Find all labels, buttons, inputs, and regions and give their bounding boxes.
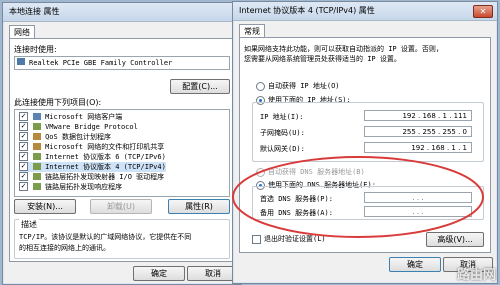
watermark: 路由网	[456, 268, 496, 283]
alternate-dns-placeholder: . . .	[412, 208, 424, 216]
items-list: ✓ Microsoft 网络客户端 ✓ VMware Bridge Protoc…	[14, 109, 230, 197]
network-tab-panel: 连接时使用: Realtek PCIe GBE Family Controlle…	[9, 38, 235, 262]
ipv4-properties-window: Internet 协议版本 4 (TCP/IPv4) 属性 ✕ 常规 如果网络支…	[232, 1, 498, 284]
intro-text-line-2: 您需要从网络系统管理员处获得适当的 IP 设置。	[244, 55, 401, 63]
right-ok-button[interactable]: 确定	[389, 257, 441, 272]
uninstall-button-label: 卸载(U)	[106, 202, 136, 211]
subnet-mask-label: 子网掩码(U):	[260, 129, 305, 137]
protocol-icon	[32, 173, 41, 180]
item-checkbox[interactable]: ✓	[19, 142, 28, 151]
list-item[interactable]: ✓ Microsoft 网络客户端	[19, 112, 122, 122]
list-item[interactable]: ✓ Microsoft 网络的文件和打印机共享	[19, 142, 164, 152]
alternate-dns-field[interactable]: . . .	[364, 206, 472, 217]
left-window-titlebar[interactable]: 本地连接 属性	[3, 3, 241, 22]
intro-text-line-1: 如果网络支持此功能，则可以获取自动指派的 IP 设置。否则，	[244, 45, 443, 53]
validate-settings-checkbox[interactable]	[252, 235, 261, 244]
item-label: QoS 数据包计划程序	[45, 133, 111, 141]
list-item[interactable]: ✓ QoS 数据包计划程序	[19, 132, 111, 142]
right-window-title: Internet 协议版本 4 (TCP/IPv4) 属性	[239, 6, 375, 15]
list-item[interactable]: ✓ VMware Bridge Protocol	[19, 122, 138, 132]
item-label: 链路层拓扑发现响应程序	[45, 183, 123, 191]
item-checkbox[interactable]: ✓	[19, 152, 28, 161]
list-item[interactable]: ✓ 链路层拓扑发现映射器 I/O 驱动程序	[19, 172, 164, 182]
client-icon	[32, 113, 41, 120]
item-label: Internet 协议版本 6 (TCP/IPv6)	[45, 153, 166, 161]
tab-network[interactable]: 网络	[9, 25, 35, 39]
default-gateway-label: 默认网关(D):	[260, 145, 305, 153]
advanced-button[interactable]: 高级(V)...	[426, 232, 484, 247]
item-checkbox[interactable]: ✓	[19, 132, 28, 141]
install-button[interactable]: 安装(N)...	[14, 199, 76, 214]
configure-button-label: 配置(C)...	[182, 82, 218, 91]
service-icon	[32, 133, 41, 140]
subnet-mask-field[interactable]: 255 . 255 . 255 . 0	[364, 126, 472, 137]
advanced-button-label: 高级(V)...	[437, 235, 473, 244]
protocol-icon	[32, 123, 41, 130]
auto-dns-radio[interactable]	[256, 168, 265, 177]
configure-button[interactable]: 配置(C)...	[170, 79, 230, 94]
tab-general-label: 常规	[244, 27, 260, 36]
description-text-line-2: 的相互连接的网络上的通讯。	[19, 244, 110, 252]
validate-settings-label: 退出时验证设置(L)	[264, 235, 326, 243]
item-label: Microsoft 网络的文件和打印机共享	[45, 143, 165, 151]
close-button[interactable]: ✕	[473, 5, 493, 18]
adapter-name: Realtek PCIe GBE Family Controller	[29, 59, 173, 67]
protocol-icon	[32, 153, 41, 160]
right-ok-label: 确定	[407, 260, 423, 269]
auto-dns-label: 自动获得 DNS 服务器地址(B)	[268, 168, 365, 176]
ip-address-label: IP 地址(I):	[260, 113, 304, 121]
description-label: 描述	[19, 219, 39, 230]
list-item[interactable]: ✓ Internet 协议版本 4 (TCP/IPv4)	[19, 162, 166, 172]
left-ok-label: 确定	[151, 269, 167, 278]
protocol-icon	[32, 183, 41, 190]
items-label: 此连接使用下列项目(O):	[14, 98, 102, 107]
item-checkbox[interactable]: ✓	[19, 162, 28, 171]
item-checkbox[interactable]: ✓	[19, 122, 28, 131]
tab-network-label: 网络	[14, 28, 30, 37]
auto-ip-radio[interactable]	[256, 82, 265, 91]
properties-button-label: 属性(R)	[185, 202, 213, 211]
item-label: VMware Bridge Protocol	[45, 123, 138, 131]
list-item[interactable]: ✓ Internet 协议版本 6 (TCP/IPv6)	[19, 152, 166, 162]
left-cancel-label: 取消	[205, 269, 221, 278]
item-checkbox[interactable]: ✓	[19, 172, 28, 181]
preferred-dns-field[interactable]: . . .	[364, 192, 472, 203]
item-label: Internet 协议版本 4 (TCP/IPv4)	[45, 163, 166, 171]
description-text-line-1: TCP/IP。该协议是默认的广域网络协议，它提供在不同	[19, 233, 192, 241]
left-ok-button[interactable]: 确定	[133, 266, 185, 281]
item-checkbox[interactable]: ✓	[19, 112, 28, 121]
auto-ip-label: 自动获得 IP 地址(O)	[268, 82, 340, 90]
tab-general[interactable]: 常规	[239, 24, 265, 38]
item-label: 链路层拓扑发现映射器 I/O 驱动程序	[45, 173, 165, 181]
item-checkbox[interactable]: ✓	[19, 182, 28, 191]
preferred-dns-placeholder: . . .	[412, 194, 424, 202]
list-item[interactable]: ✓ 链路层拓扑发现响应程序	[19, 182, 122, 192]
description-group: 描述 TCP/IP。该协议是默认的广域网络协议，它提供在不同 的相互连接的网络上…	[14, 219, 230, 259]
ip-address-field[interactable]: 192 . 168 . 1 . 111	[364, 110, 472, 121]
protocol-icon	[32, 163, 41, 170]
alternate-dns-label: 备用 DNS 服务器(A):	[260, 209, 333, 217]
left-window-title: 本地连接 属性	[9, 7, 60, 16]
preferred-dns-label: 首选 DNS 服务器(P):	[260, 195, 333, 203]
close-icon: ✕	[479, 7, 487, 16]
default-gateway-field[interactable]: 192 . 168 . 1 . 1	[364, 142, 472, 153]
local-connection-properties-window: 本地连接 属性 网络 连接时使用: Realtek PCIe GBE Famil…	[2, 2, 242, 285]
right-window-titlebar[interactable]: Internet 协议版本 4 (TCP/IPv4) 属性 ✕	[233, 2, 497, 21]
connect-using-label: 连接时使用:	[14, 45, 57, 54]
item-label: Microsoft 网络客户端	[45, 113, 123, 121]
install-button-label: 安装(N)...	[27, 202, 63, 211]
adapter-field: Realtek PCIe GBE Family Controller	[14, 56, 230, 70]
service-icon	[32, 143, 41, 150]
general-tab-panel: 如果网络支持此功能，则可以获取自动指派的 IP 设置。否则， 您需要从网络系统管…	[239, 37, 491, 253]
uninstall-button[interactable]: 卸载(U)	[90, 199, 152, 214]
network-adapter-icon	[17, 58, 25, 65]
properties-button[interactable]: 属性(R)	[168, 199, 230, 214]
